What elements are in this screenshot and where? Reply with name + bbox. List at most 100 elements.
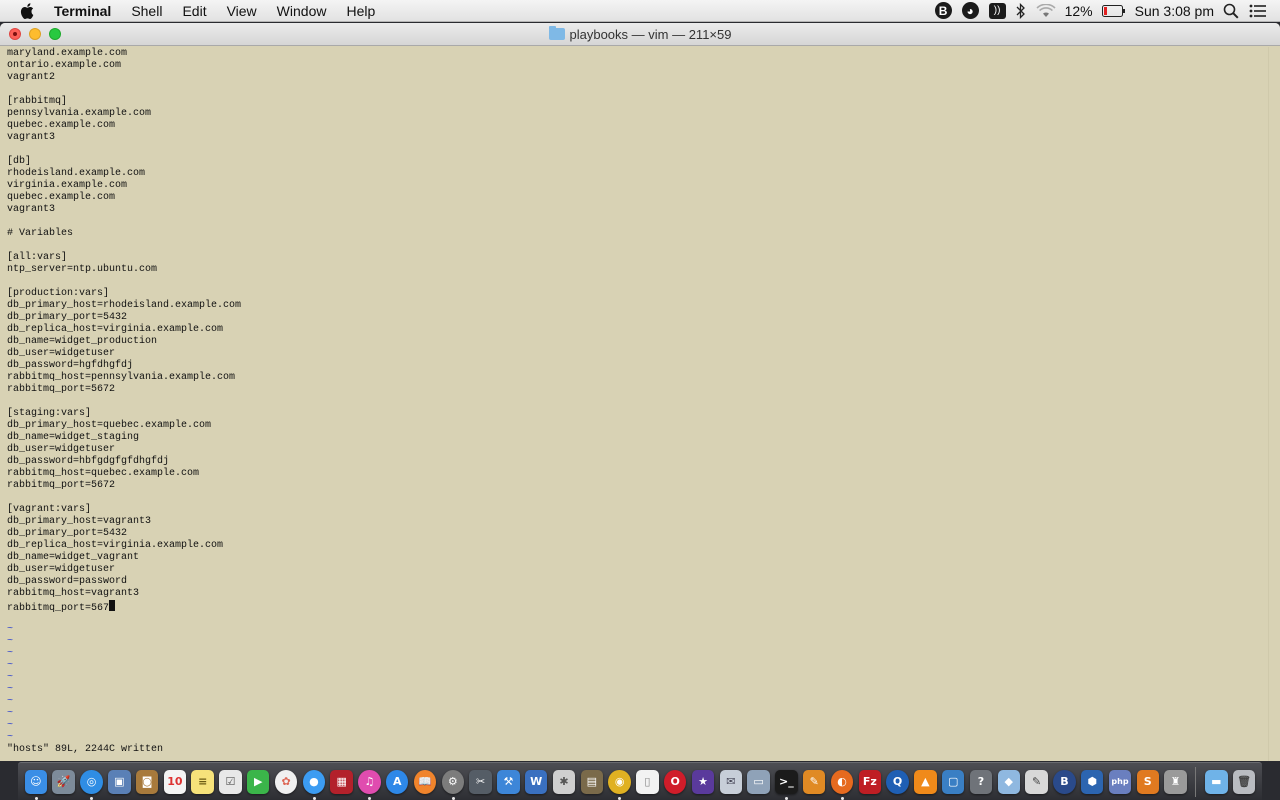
app-menu-terminal[interactable]: Terminal bbox=[54, 0, 121, 22]
php-icon[interactable]: php bbox=[1108, 769, 1132, 794]
notification-center-icon[interactable] bbox=[1244, 0, 1272, 22]
ibooks-icon[interactable]: 📖 bbox=[413, 769, 437, 794]
menu-edit[interactable]: Edit bbox=[172, 0, 216, 22]
calendar-icon[interactable]: 10 bbox=[163, 769, 187, 794]
vim-status-message: "hosts" 89L, 2244C written bbox=[7, 744, 164, 755]
editor-line: [staging:vars] bbox=[7, 408, 92, 419]
editor-line: rabbitmq_host=quebec.example.com bbox=[7, 468, 200, 479]
editor-line: ntp_server=ntp.ubuntu.com bbox=[7, 264, 158, 275]
chrome-icon[interactable]: ◉ bbox=[608, 769, 631, 800]
mysql-icon[interactable]: S bbox=[1136, 769, 1159, 794]
editor-line: db_primary_host=quebec.example.com bbox=[7, 420, 212, 431]
jar-icon[interactable]: ♜ bbox=[1164, 769, 1187, 794]
editor-line: [all:vars] bbox=[7, 252, 68, 263]
app-store-icon[interactable]: A bbox=[386, 769, 409, 794]
empty-line-marker: ~ bbox=[7, 636, 14, 647]
mail-icon[interactable]: ✉ bbox=[719, 769, 743, 794]
contacts-icon[interactable]: ◙ bbox=[135, 769, 159, 794]
minimize-window-button[interactable] bbox=[29, 28, 41, 40]
editor-line: db_primary_host=vagrant3 bbox=[7, 516, 152, 527]
finder-icon[interactable]: ☺ bbox=[24, 769, 48, 800]
editor-line: [db] bbox=[7, 156, 32, 167]
editor-line: vagrant3 bbox=[7, 132, 56, 143]
utility-icon[interactable]: ✂ bbox=[469, 769, 492, 794]
editor-line: vagrant3 bbox=[7, 204, 56, 215]
text-cursor bbox=[109, 600, 116, 611]
opera-icon[interactable]: O bbox=[664, 769, 687, 794]
editor-line: rabbitmq_port=5672 bbox=[7, 384, 116, 395]
zoom-window-button[interactable] bbox=[49, 28, 61, 40]
menu-shell[interactable]: Shell bbox=[121, 0, 172, 22]
preview-icon[interactable]: ▣ bbox=[108, 769, 131, 794]
photo-booth-icon[interactable]: ▦ bbox=[330, 769, 353, 794]
bbedit-status-icon[interactable]: B bbox=[930, 0, 957, 22]
textwrangler-icon[interactable]: ✎ bbox=[1025, 769, 1048, 794]
dock: ☺ 🚀 ◎ ▣ ◙ 10 ≡ ☑ ▶ ✿ ● ▦ ♫ A 📖 ⚙ ✂ ⚒ W ✱ ▤ ◉ ▯ O ★ ✉ ▭ >_ ✎ ◐ Fz Q ▲ ▢? ◆ ✎… bbox=[18, 762, 1262, 800]
tools-icon[interactable]: ✎ bbox=[803, 769, 826, 794]
editor-line: rabbitmq_port=567 bbox=[7, 600, 241, 614]
audio-status-icon[interactable]: )) bbox=[984, 0, 1011, 22]
xcode-icon[interactable]: ⚒ bbox=[497, 769, 520, 794]
editor-line: db_name=widget_staging bbox=[7, 432, 140, 443]
battery-percent: 12% bbox=[1064, 2, 1093, 19]
editor-buffer[interactable]: maryland.example.com ontario.example.com v… bbox=[7, 48, 241, 744]
running-indicator bbox=[368, 796, 372, 800]
photos-icon[interactable]: ✿ bbox=[274, 769, 298, 794]
editor-line: db_primary_port=5432 bbox=[7, 312, 128, 323]
safari-icon[interactable]: ◎ bbox=[80, 769, 103, 800]
itunes-icon[interactable]: ♫ bbox=[358, 769, 381, 800]
imovie-icon[interactable]: ★ bbox=[691, 769, 715, 794]
vlc-icon[interactable]: ▲ bbox=[914, 769, 937, 794]
plugin-icon[interactable]: W bbox=[525, 769, 548, 794]
notes-icon[interactable]: ≡ bbox=[191, 769, 214, 794]
firefox-icon[interactable]: ◐ bbox=[830, 769, 854, 800]
editor-line: [rabbitmq] bbox=[7, 96, 68, 107]
empty-line-marker: ~ bbox=[7, 684, 14, 695]
reminders-icon[interactable]: ☑ bbox=[219, 769, 242, 794]
running-indicator bbox=[840, 796, 844, 800]
terminal-scrollbar[interactable] bbox=[1268, 47, 1280, 761]
trash-icon[interactable]: 🗑 bbox=[1232, 769, 1256, 794]
window-title: playbooks — vim — 211×59 bbox=[569, 26, 732, 42]
editor-line: [production:vars] bbox=[7, 288, 110, 299]
wifi-icon[interactable] bbox=[1031, 0, 1061, 22]
launchpad-icon[interactable]: 🚀 bbox=[52, 769, 75, 794]
apple-menu-icon[interactable] bbox=[0, 0, 54, 22]
messages-icon[interactable]: ● bbox=[302, 769, 326, 800]
bluetooth-icon[interactable] bbox=[1011, 0, 1031, 22]
gear-utility-icon[interactable]: ✱ bbox=[552, 769, 576, 794]
editor-line: [vagrant:vars] bbox=[7, 504, 92, 515]
close-window-button[interactable] bbox=[9, 28, 21, 40]
empty-line-marker: ~ bbox=[7, 672, 14, 683]
menu-clock[interactable]: Sun 3:08 pm bbox=[1131, 0, 1218, 22]
spotlight-search-icon[interactable] bbox=[1218, 0, 1244, 22]
virtualbox-icon[interactable]: ⬢ bbox=[1080, 769, 1104, 794]
archive-utility-icon[interactable]: ▤ bbox=[580, 769, 604, 794]
system-preferences-icon[interactable]: ⚙ bbox=[441, 769, 465, 800]
menu-window[interactable]: Window bbox=[267, 0, 337, 22]
quicktime-icon[interactable]: Q bbox=[886, 769, 909, 794]
facetime-icon[interactable]: ▶ bbox=[247, 769, 270, 794]
menu-help[interactable]: Help bbox=[336, 0, 385, 22]
window-title-bar[interactable]: playbooks — vim — 211×59 bbox=[0, 23, 1280, 46]
remote-desktop-icon[interactable]: ▢ bbox=[941, 769, 965, 794]
terminal-icon[interactable]: >_ bbox=[775, 769, 798, 800]
editor-line: db_password=password bbox=[7, 576, 128, 587]
filezilla-icon[interactable]: Fz bbox=[858, 769, 882, 794]
battery-icon[interactable] bbox=[1097, 0, 1131, 22]
vim-editor[interactable]: maryland.example.com ontario.example.com v… bbox=[0, 47, 1268, 761]
help-icon[interactable]: ? bbox=[969, 769, 993, 794]
bbedit-icon[interactable]: B bbox=[1053, 769, 1076, 794]
menu-view[interactable]: View bbox=[217, 0, 267, 22]
box-icon[interactable]: ◆ bbox=[997, 769, 1020, 794]
sync-status-icon[interactable]: ◕ bbox=[957, 0, 984, 22]
document-icon[interactable]: ▯ bbox=[636, 769, 659, 794]
downloads-folder-icon[interactable]: ▬ bbox=[1205, 769, 1228, 794]
running-indicator bbox=[785, 796, 789, 800]
image-capture-icon[interactable]: ▭ bbox=[747, 769, 770, 794]
